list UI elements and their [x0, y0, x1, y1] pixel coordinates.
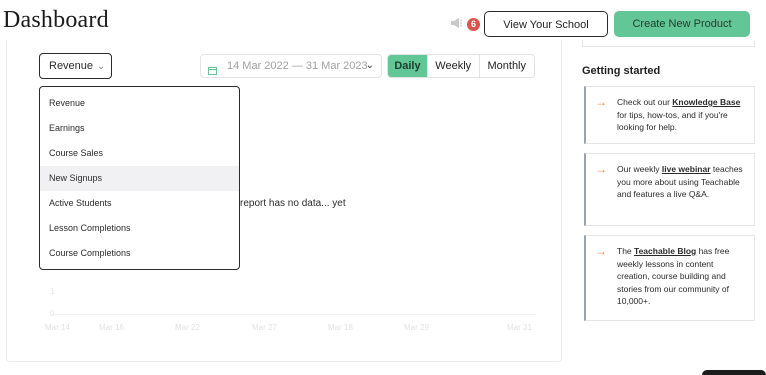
sidebar-card-edge [582, 40, 755, 47]
calendar-icon [208, 61, 217, 75]
dropdown-option-course-completions[interactable]: Course Completions [40, 241, 239, 266]
page-title: Dashboard [3, 7, 109, 33]
x-tick: Mar 22 [175, 323, 200, 332]
metric-select[interactable]: Revenue ⌄ [39, 53, 112, 79]
card-text-pre: The [617, 246, 635, 256]
create-new-product-button[interactable]: Create New Product [614, 11, 750, 37]
card-text-post: for tips, how-tos, and if you're looking… [617, 109, 728, 133]
x-tick: Mar 18 [328, 323, 353, 332]
empty-chart-message: report has no data... yet [240, 198, 346, 209]
help-card-knowledge-base: → Check out our Knowledge Base for tips,… [584, 86, 755, 144]
period-toggle: Daily Weekly Monthly [387, 54, 535, 78]
y-tick: 1 [50, 287, 55, 296]
chat-widget-edge[interactable] [702, 370, 766, 375]
dropdown-option-new-signups[interactable]: New Signups [40, 166, 239, 191]
metric-dropdown-menu: Revenue Earnings Course Sales New Signup… [39, 86, 240, 270]
chevron-down-icon: ⌄ [97, 61, 106, 72]
getting-started-title: Getting started [582, 65, 661, 77]
date-range-picker[interactable]: 14 Mar 2022 — 31 Mar 2023 ⌄ [200, 54, 382, 78]
help-card-blog: → The Teachable Blog has free weekly les… [584, 235, 755, 321]
help-card-text: Check out our Knowledge Base for tips, h… [617, 96, 745, 134]
help-card-text: The Teachable Blog has free weekly lesso… [617, 245, 745, 308]
date-separator: — [291, 60, 303, 72]
card-text-pre: Check out our [617, 97, 673, 107]
x-tick: Mar 27 [252, 323, 277, 332]
megaphone-icon[interactable] [449, 16, 463, 30]
dropdown-option-course-sales[interactable]: Course Sales [40, 141, 239, 166]
teachable-blog-link[interactable]: Teachable Blog [634, 246, 696, 256]
x-axis-line [52, 314, 536, 315]
dropdown-option-earnings[interactable]: Earnings [40, 116, 239, 141]
period-weekly[interactable]: Weekly [426, 55, 479, 77]
arrow-right-icon: → [595, 162, 607, 176]
chevron-down-icon: ⌄ [365, 60, 374, 71]
card-text-pre: Our weekly [617, 164, 662, 174]
date-start: 14 Mar 2022 [227, 60, 289, 72]
dropdown-option-lesson-completions[interactable]: Lesson Completions [40, 216, 239, 241]
arrow-right-icon: → [595, 95, 607, 109]
help-card-text: Our weekly live webinar teaches you more… [617, 163, 745, 201]
view-school-button[interactable]: View Your School [484, 11, 608, 37]
x-tick: Mar 14 [45, 323, 70, 332]
knowledge-base-link[interactable]: Knowledge Base [672, 97, 740, 107]
date-end: 31 Mar 2023 [305, 60, 368, 72]
help-card-webinar: → Our weekly live webinar teaches you mo… [584, 153, 755, 226]
x-tick: Mar 16 [99, 323, 124, 332]
metric-select-value: Revenue [49, 60, 94, 72]
arrow-right-icon: → [595, 244, 607, 258]
live-webinar-link[interactable]: live webinar [662, 164, 711, 174]
dropdown-option-revenue[interactable]: Revenue [40, 91, 239, 116]
notification-badge[interactable]: 6 [467, 18, 480, 31]
date-range-text: 14 Mar 2022 — 31 Mar 2023 [227, 55, 368, 77]
x-tick: Mar 31 [507, 323, 532, 332]
period-daily[interactable]: Daily [388, 55, 427, 77]
dropdown-option-active-students[interactable]: Active Students [40, 191, 239, 216]
period-monthly[interactable]: Monthly [478, 55, 534, 77]
x-tick: Mar 29 [404, 323, 429, 332]
